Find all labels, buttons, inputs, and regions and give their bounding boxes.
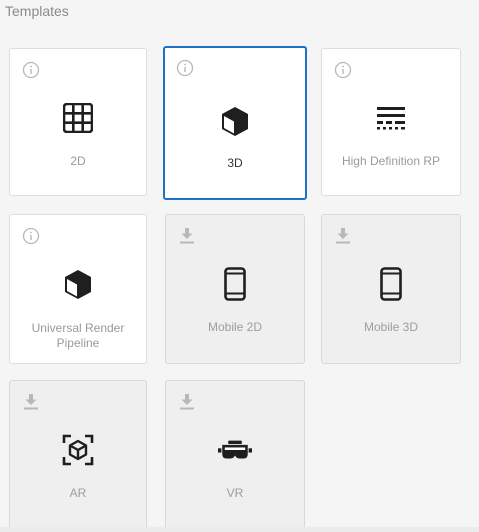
cube-icon [218,104,252,138]
template-label: 3D [227,156,243,170]
template-label: VR [226,486,244,500]
cube-icon [61,267,95,301]
scroll-bottom-edge [0,527,479,532]
download-icon[interactable] [334,227,352,245]
template-card-mobile-2d[interactable]: Mobile 2D [165,214,305,364]
template-card-ar[interactable]: AR [9,380,147,532]
template-label: High Definition RP [341,154,441,168]
download-icon[interactable] [178,393,196,411]
info-icon[interactable] [22,227,40,245]
info-icon[interactable] [22,61,40,79]
download-icon[interactable] [22,393,40,411]
info-icon[interactable] [176,59,194,77]
template-card-3d[interactable]: 3D [163,46,307,200]
template-label: 2D [70,154,86,168]
hdrp-lines-icon [374,101,408,135]
smartphone-icon [218,267,252,301]
download-icon[interactable] [178,227,196,245]
grid-icon [61,101,95,135]
info-icon[interactable] [334,61,352,79]
template-card-mobile-3d[interactable]: Mobile 3D [321,214,461,364]
template-card-hdrp[interactable]: High Definition RP [321,48,461,196]
template-label: AR [69,486,87,500]
ar-cube-icon [61,433,95,467]
smartphone-icon [374,267,408,301]
template-card-vr[interactable]: VR [165,380,305,532]
templates-grid: 2D 3D High Definition RP Universal Rende… [0,0,479,532]
template-card-urp[interactable]: Universal Render Pipeline [9,214,147,364]
template-card-2d[interactable]: 2D [9,48,147,196]
template-label: Mobile 2D [207,320,263,334]
vr-headset-icon [218,433,252,467]
template-label: Mobile 3D [363,320,419,334]
template-label: Universal Render Pipeline [31,321,125,350]
